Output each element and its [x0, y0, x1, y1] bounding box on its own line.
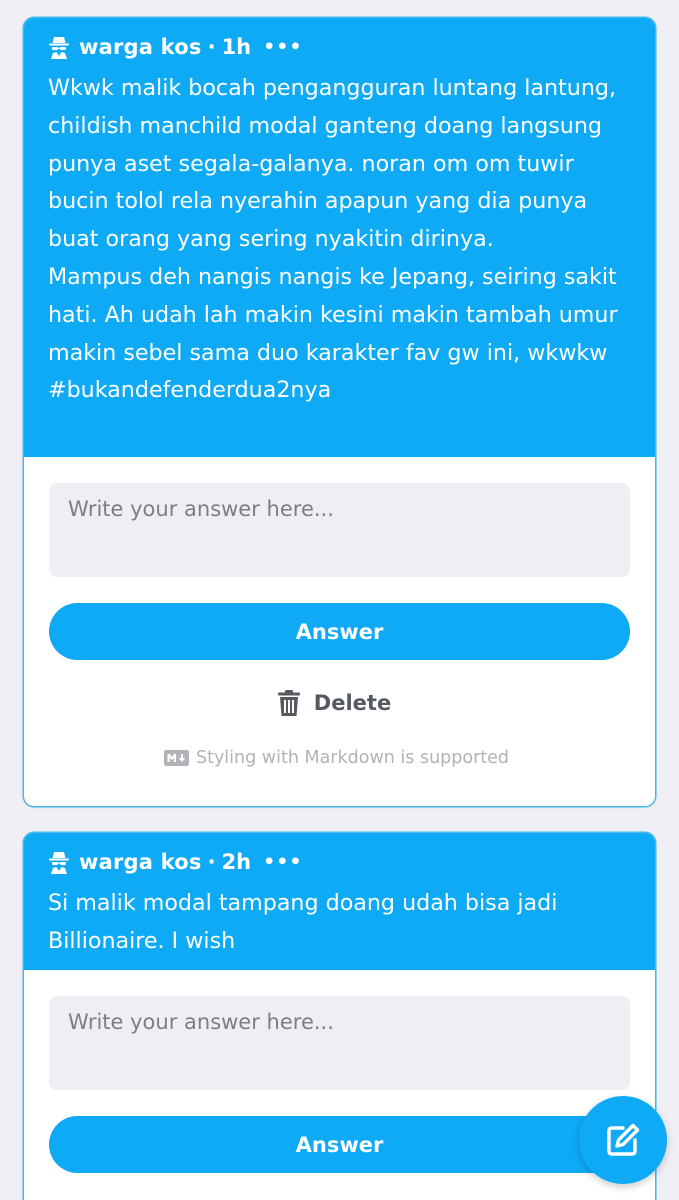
question-card: warga kos · 1h ••• Wkwk malik bocah peng…	[24, 18, 655, 806]
compose-fab-button[interactable]	[579, 1096, 667, 1184]
trash-icon	[277, 690, 300, 716]
question-time: 1h	[221, 35, 252, 59]
answer-input[interactable]	[49, 996, 630, 1090]
question-meta: warga kos · 2h •••	[48, 847, 633, 877]
meta-separator: ·	[207, 35, 216, 59]
answer-button[interactable]: Answer	[49, 1116, 630, 1173]
question-card: warga kos · 2h ••• Si malik modal tampan…	[24, 833, 655, 1200]
answer-input[interactable]	[49, 483, 630, 577]
markdown-note: Styling with Markdown is supported	[49, 748, 630, 768]
question-text: Wkwk malik bocah pengangguran luntang la…	[48, 75, 618, 404]
markdown-note-text: Styling with Markdown is supported	[195, 748, 510, 768]
answer-button[interactable]: Answer	[49, 603, 630, 660]
spy-icon	[48, 35, 70, 59]
question-author: warga kos	[79, 35, 202, 59]
answer-area: Answer	[24, 970, 655, 1173]
delete-label: Delete	[313, 691, 392, 715]
delete-button[interactable]: Delete	[277, 686, 401, 720]
meta-separator: ·	[207, 850, 216, 874]
inbox-page: warga kos · 1h ••• Wkwk malik bocah peng…	[0, 0, 679, 1200]
question-meta: warga kos · 1h •••	[48, 32, 633, 62]
markdown-icon	[163, 750, 189, 766]
more-options-button[interactable]: •••	[263, 36, 302, 58]
question-header: warga kos · 1h ••• Wkwk malik bocah peng…	[24, 18, 655, 457]
question-text: Si malik modal tampang doang udah bisa j…	[48, 890, 558, 954]
more-options-button[interactable]: •••	[263, 851, 302, 873]
spy-icon	[48, 850, 70, 874]
question-author: warga kos	[79, 850, 202, 874]
answer-area: Answer Delete	[24, 457, 655, 768]
edit-icon	[603, 1120, 643, 1160]
question-header: warga kos · 2h ••• Si malik modal tampan…	[24, 833, 655, 970]
question-time: 2h	[221, 850, 252, 874]
